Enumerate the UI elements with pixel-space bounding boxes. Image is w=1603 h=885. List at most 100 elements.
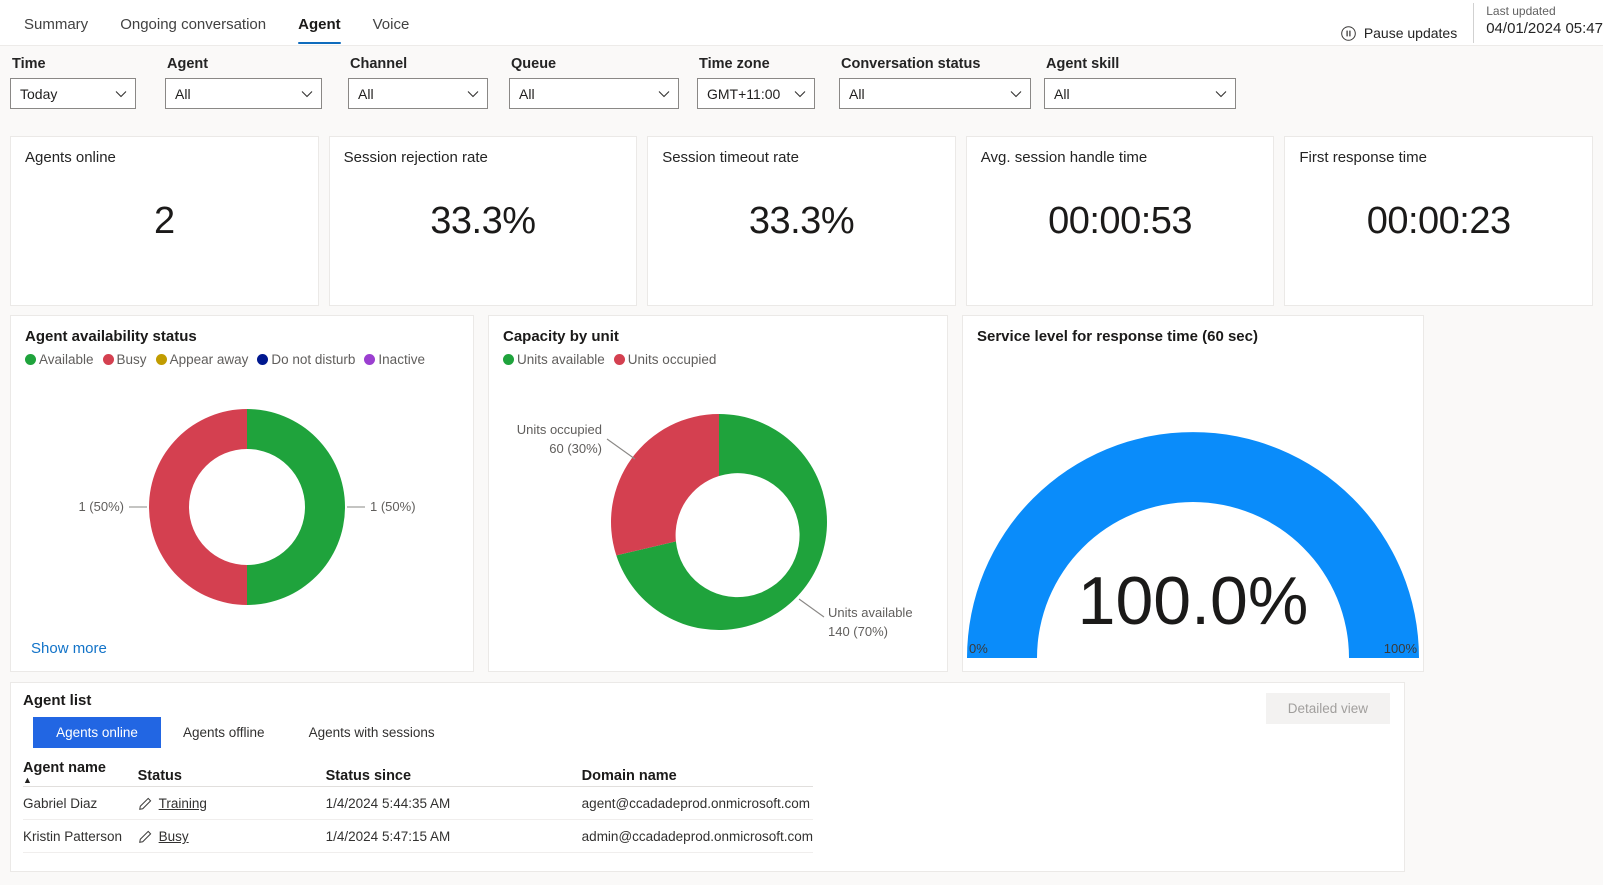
donut-label-available: 1 (50%) — [370, 499, 416, 514]
pause-updates-button[interactable]: Pause updates — [1340, 10, 1473, 56]
pivot-label: Agents online — [56, 725, 138, 740]
status-value[interactable]: Training — [159, 796, 207, 811]
capacity-donut-chart[interactable]: Units occupied 60 (30%) Units available … — [489, 367, 947, 677]
legend-label: Appear away — [169, 352, 249, 367]
filter-time-label: Time — [12, 56, 46, 72]
cell-status-since: 1/4/2024 5:44:35 AM — [325, 786, 582, 820]
card-title: Agent availability status — [25, 328, 197, 345]
column-header-status-since[interactable]: Status since — [325, 760, 582, 787]
chevron-down-icon — [658, 90, 670, 97]
tab-ongoing-conversation[interactable]: Ongoing conversation — [104, 2, 282, 46]
tab-ongoing-conversation-label: Ongoing conversation — [120, 15, 267, 33]
card-capacity-by-unit: Capacity by unit Units available Units o… — [488, 315, 948, 672]
table-row[interactable]: Gabriel Diaz Training 1/4/2024 5:44:35 A… — [23, 786, 813, 820]
detailed-view-button[interactable]: Detailed view — [1265, 693, 1390, 724]
filter-agent-skill-dropdown[interactable]: All — [1044, 78, 1236, 109]
legend-item-units-available[interactable]: Units available — [503, 352, 605, 367]
pivot-agents-online[interactable]: Agents online — [33, 717, 161, 748]
filter-channel: Channel All — [348, 56, 509, 109]
pivot-agents-with-sessions[interactable]: Agents with sessions — [287, 717, 457, 748]
topbar-right-group: Pause updates Last updated 04/01/2024 05… — [1340, 0, 1603, 46]
tab-voice-label: Voice — [372, 15, 410, 33]
tab-list: Summary Ongoing conversation Agent Voice — [0, 0, 425, 46]
filter-channel-label: Channel — [350, 56, 408, 72]
legend-item-units-occupied[interactable]: Units occupied — [613, 352, 717, 367]
card-title: Capacity by unit — [503, 328, 619, 345]
filter-time-zone-dropdown[interactable]: GMT+11:00 — [697, 78, 815, 109]
filter-conversation-status-label: Conversation status — [841, 56, 981, 72]
filter-channel-dropdown[interactable]: All — [348, 78, 488, 109]
legend-dot-busy — [102, 354, 114, 365]
pencil-icon[interactable] — [138, 797, 152, 811]
kpi-value: 33.3% — [430, 199, 536, 242]
gauge-value-text: 100.0% — [1078, 563, 1309, 639]
filter-time-zone: Time zone GMT+11:00 — [697, 56, 839, 109]
legend-label: Units available — [517, 352, 605, 367]
legend-item-appear-away[interactable]: Appear away — [155, 352, 249, 367]
column-header-domain-name[interactable]: Domain name — [581, 760, 813, 787]
cell-domain-name: agent@ccadadeprod.onmicrosoft.com — [581, 786, 813, 820]
legend-dot-available — [25, 354, 36, 365]
filter-agent-label: Agent — [167, 56, 209, 72]
card-service-level-response-time: Service level for response time (60 sec)… — [962, 315, 1424, 672]
cell-agent-name: Kristin Patterson — [23, 819, 138, 853]
last-updated: Last updated 04/01/2024 05:47 — [1474, 0, 1603, 39]
status-value[interactable]: Busy — [159, 829, 189, 844]
filter-agent: Agent All — [165, 56, 348, 109]
top-tab-bar: Summary Ongoing conversation Agent Voice… — [0, 0, 1603, 46]
cell-status: Busy — [137, 819, 326, 853]
status-editor[interactable]: Busy — [138, 829, 326, 844]
cell-agent-name: Gabriel Diaz — [23, 786, 138, 820]
kpi-card-agents-online: Agents online 2 — [10, 136, 319, 306]
legend-label: Inactive — [378, 352, 425, 367]
chevron-down-icon — [1010, 90, 1022, 97]
agent-list-title: Agent list — [23, 692, 92, 709]
last-updated-label: Last updated — [1486, 4, 1556, 18]
filter-bar: Time Today Agent All Channel All Queue A… — [0, 46, 1603, 128]
filter-conversation-status-dropdown[interactable]: All — [839, 78, 1031, 109]
legend-label: Busy — [116, 352, 147, 367]
status-editor[interactable]: Training — [138, 796, 326, 811]
cell-status-since: 1/4/2024 5:47:15 AM — [325, 819, 582, 853]
filter-agent-value: All — [175, 85, 191, 102]
pivot-agents-offline[interactable]: Agents offline — [161, 717, 287, 748]
service-level-gauge-chart[interactable]: 100.0% 0% 100% — [963, 345, 1423, 668]
availability-legend: Available Busy Appear away Do not distur… — [11, 345, 473, 367]
legend-item-available[interactable]: Available — [25, 352, 94, 367]
donut-label-busy: 1 (50%) — [78, 499, 124, 514]
column-header-status[interactable]: Status — [137, 760, 326, 787]
column-header-label: Status — [137, 768, 182, 784]
kpi-card-first-response-time: First response time 00:00:23 — [1284, 136, 1593, 306]
availability-donut-chart[interactable]: 1 (50%) 1 (50%) — [11, 367, 473, 652]
legend-label: Units occupied — [627, 352, 717, 367]
tab-voice[interactable]: Voice — [357, 2, 426, 46]
chevron-down-icon — [467, 90, 479, 97]
pencil-icon[interactable] — [138, 830, 152, 844]
column-header-label: Domain name — [581, 768, 677, 784]
tab-agent[interactable]: Agent — [282, 2, 357, 46]
legend-item-busy[interactable]: Busy — [102, 352, 147, 367]
filter-queue-dropdown[interactable]: All — [509, 78, 679, 109]
chevron-down-icon — [115, 90, 127, 97]
chevron-down-icon — [794, 90, 806, 97]
legend-item-do-not-disturb[interactable]: Do not disturb — [257, 352, 355, 367]
legend-dot-appear-away — [155, 354, 167, 365]
table-row[interactable]: Kristin Patterson Busy 1/4/2024 5:47:15 … — [23, 819, 813, 853]
legend-label: Do not disturb — [271, 352, 356, 367]
tab-summary[interactable]: Summary — [8, 2, 104, 46]
legend-item-inactive[interactable]: Inactive — [364, 352, 425, 367]
pivot-label: Agents with sessions — [308, 725, 435, 740]
show-more-link[interactable]: Show more — [31, 640, 107, 657]
kpi-card-session-rejection-rate: Session rejection rate 33.3% — [328, 136, 638, 306]
filter-time-zone-label: Time zone — [699, 56, 770, 72]
legend-dot-units-occupied — [613, 354, 625, 365]
filter-queue: Queue All — [509, 56, 697, 109]
chart-row: Agent availability status Available Busy… — [0, 306, 1603, 672]
filter-time-dropdown[interactable]: Today — [10, 78, 136, 109]
filter-agent-skill-value: All — [1054, 85, 1070, 102]
tab-agent-label: Agent — [298, 15, 341, 33]
filter-agent-dropdown[interactable]: All — [165, 78, 322, 109]
column-header-agent-name[interactable]: Agent name ▲ — [23, 760, 138, 787]
donut-label-available-value: 140 (70%) — [828, 624, 888, 639]
legend-label: Available — [39, 352, 94, 367]
